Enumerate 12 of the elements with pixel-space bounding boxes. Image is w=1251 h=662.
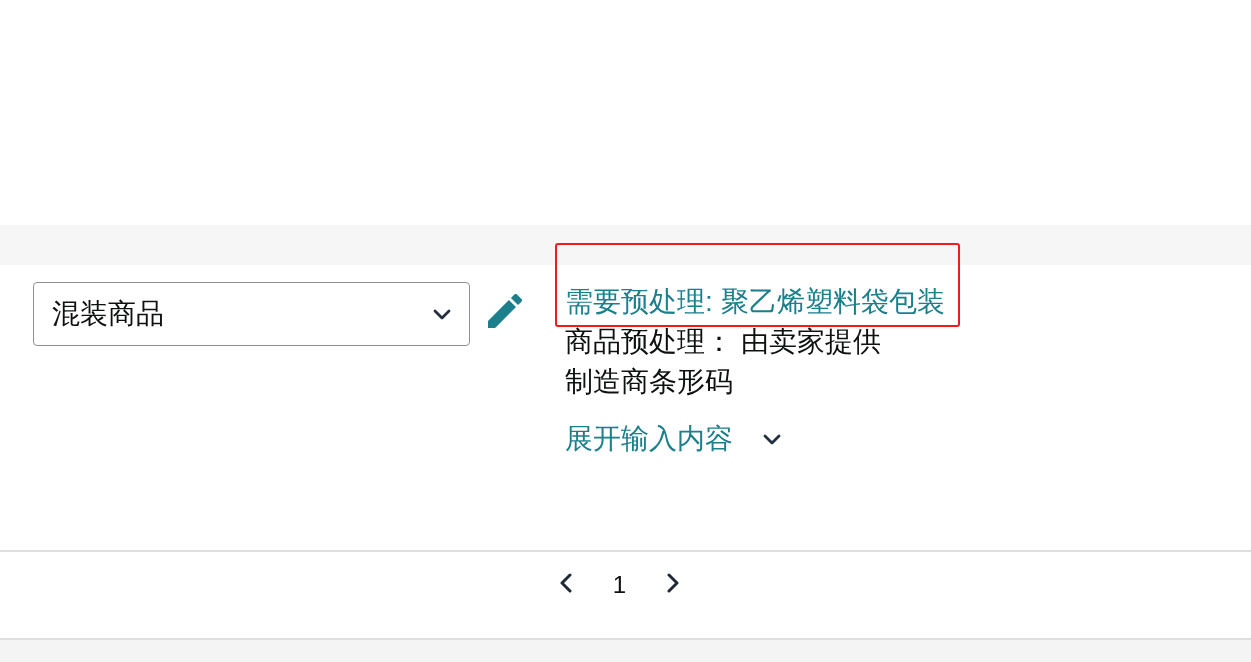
prep-info-text: 商品预处理： 由卖家提供 [565,325,881,359]
page-number: 1 [612,571,627,599]
prep-info-text: 制造商条形码 [565,365,733,399]
chevron-left-icon [558,573,573,593]
prep-link[interactable]: 需要预处理: 聚乙烯塑料袋包装 [565,282,945,322]
pencil-icon[interactable] [488,294,522,328]
expand-toggle[interactable]: 展开输入内容 [565,419,781,459]
chevron-down-icon [433,308,451,320]
previous-page-button[interactable] [558,573,573,593]
type-select[interactable]: 混装商品 [33,282,470,346]
chevron-right-icon [666,573,681,593]
next-page-button[interactable] [666,573,681,593]
